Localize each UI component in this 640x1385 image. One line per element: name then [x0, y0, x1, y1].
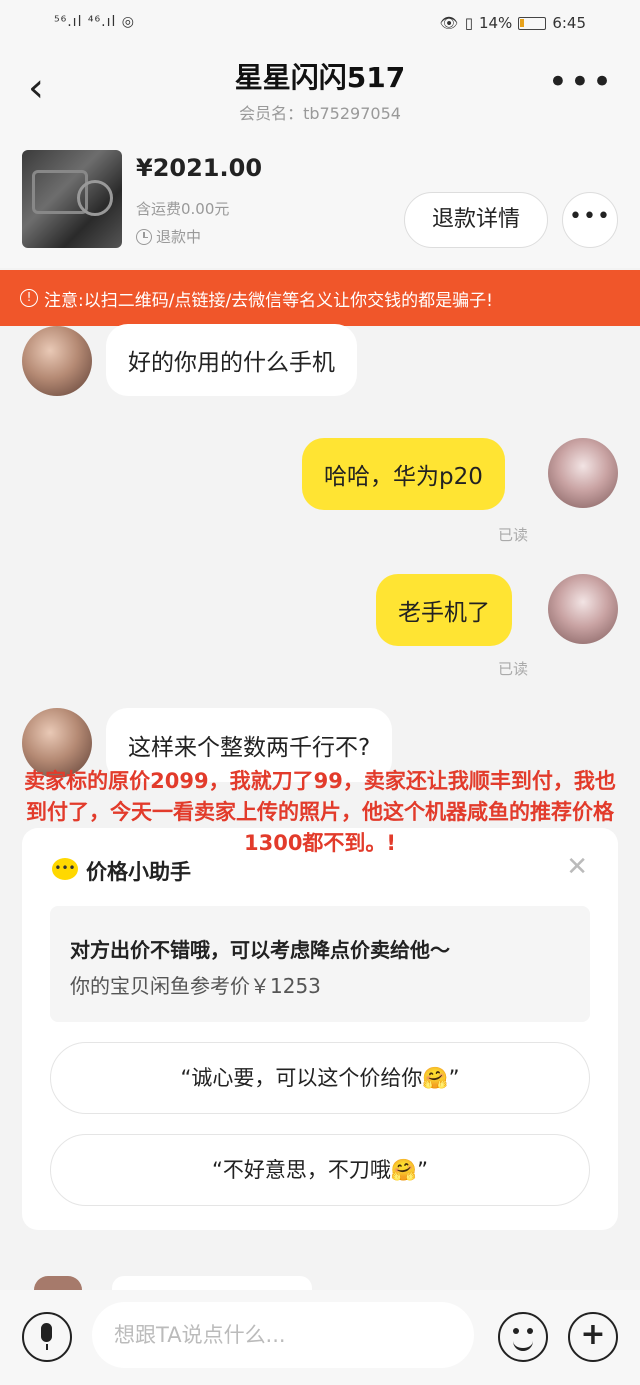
read-receipt: 已读 [498, 526, 529, 544]
my-avatar[interactable] [548, 438, 618, 508]
clock-icon [136, 228, 152, 245]
product-price: ¥2021.00 [136, 154, 263, 182]
read-receipt: 已读 [498, 660, 529, 678]
alert-icon: ! [20, 289, 38, 307]
quick-reply-accept[interactable]: “诚心要，可以这个价给你🤗” [50, 1042, 590, 1114]
battery-percent: 14% [478, 14, 513, 32]
quick-reply-decline[interactable]: “不好意思，不刀哦🤗” [50, 1134, 590, 1206]
seller-avatar[interactable] [22, 326, 92, 396]
member-name: 会员名：tb75297054 [239, 104, 401, 123]
chat-header: ‹ 星星闪闪517 会员名：tb75297054 ••• [0, 50, 640, 136]
seller-avatar-partial [34, 1276, 82, 1290]
my-avatar[interactable] [548, 574, 618, 644]
refund-details-button[interactable]: 退款详情 [404, 192, 548, 248]
page-title: 星星闪闪517 [234, 61, 406, 94]
warning-text: 注意:以扫二维码/点链接/去微信等名义让你交钱的都是骗子! [44, 290, 493, 311]
refund-status: 退款中 [136, 226, 201, 247]
message-bubble-partial [112, 1276, 312, 1290]
shipping-info: 含运费0.00元 [136, 200, 230, 218]
product-more-button[interactable]: ••• [562, 192, 618, 248]
eye-icon: 👁 [439, 14, 459, 32]
input-bar: 想跟TA说点什么... + [0, 1290, 640, 1385]
battery-icon [518, 16, 547, 30]
more-options-icon[interactable]: ••• [548, 62, 614, 102]
status-bar: ⁵⁶.ıl ⁴⁶.ıl ◎ 👁 ▯ 14% 6:45 [0, 0, 640, 50]
fraud-warning-banner: ! 注意:以扫二维码/点链接/去微信等名义让你交钱的都是骗子! [0, 270, 640, 326]
tip-title: 对方出价不错哦，可以考虑降点价卖给他～ [70, 938, 450, 962]
refund-status-label: 退款中 [156, 228, 202, 246]
price-tip-box: 对方出价不错哦，可以考虑降点价卖给他～ 你的宝贝闲鱼参考价￥1253 [50, 906, 590, 1022]
signal-indicators: ⁵⁶.ıl ⁴⁶.ıl ◎ [54, 14, 136, 30]
price-helper-card: ••• 价格小助手 ✕ 对方出价不错哦，可以考虑降点价卖给他～ 你的宝贝闲鱼参考… [22, 828, 618, 1230]
reference-price: 你的宝贝闲鱼参考价￥1253 [70, 974, 321, 998]
message-bubble[interactable]: 老手机了 [376, 574, 512, 646]
chat-bubble-icon: ••• [52, 858, 78, 880]
plus-icon[interactable]: + [568, 1312, 618, 1362]
vibrate-icon: ▯ [464, 14, 473, 32]
product-card[interactable]: ¥2021.00 含运费0.00元 退款中 退款详情 ••• [0, 136, 640, 268]
product-thumbnail[interactable] [22, 150, 122, 248]
microphone-icon[interactable] [22, 1312, 72, 1362]
status-right: 👁 ▯ 14% 6:45 [440, 14, 586, 32]
message-bubble[interactable]: 好的你用的什么手机 [106, 324, 357, 396]
message-input[interactable]: 想跟TA说点什么... [92, 1302, 474, 1368]
helper-title: 价格小助手 [86, 860, 191, 884]
emoji-icon[interactable] [498, 1312, 548, 1362]
overlay-annotation: 卖家标的原价2099，我就刀了99，卖家还让我顺丰到付，我也到付了，今天一看卖家… [24, 769, 616, 855]
clock-time: 6:45 [552, 14, 586, 32]
message-bubble[interactable]: 哈哈，华为p20 [302, 438, 505, 510]
